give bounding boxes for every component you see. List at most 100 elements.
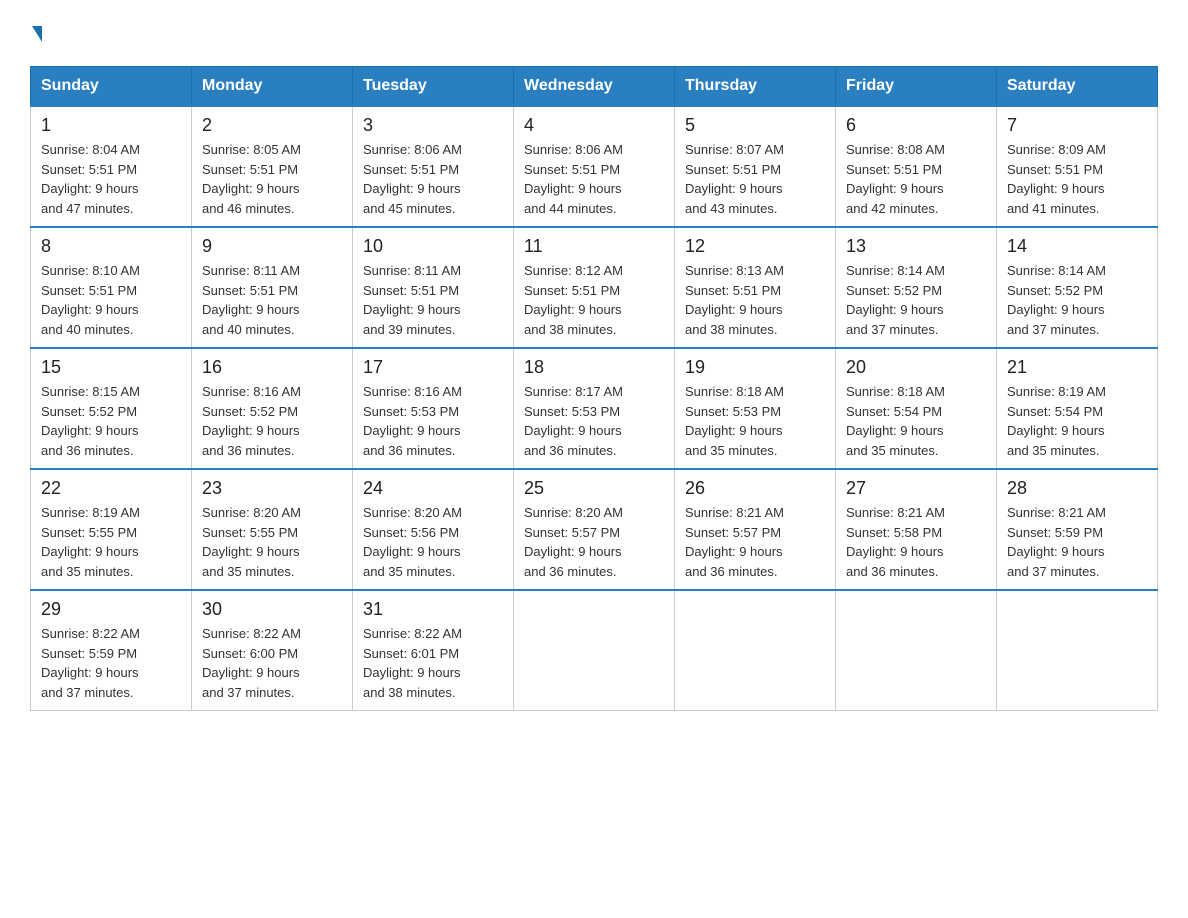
calendar-day-cell: 20 Sunrise: 8:18 AM Sunset: 5:54 PM Dayl… <box>836 348 997 469</box>
day-of-week-header: Saturday <box>997 67 1158 107</box>
day-info: Sunrise: 8:19 AM Sunset: 5:54 PM Dayligh… <box>1007 382 1147 460</box>
day-number: 13 <box>846 236 986 257</box>
calendar-day-cell: 10 Sunrise: 8:11 AM Sunset: 5:51 PM Dayl… <box>353 227 514 348</box>
calendar-day-cell: 14 Sunrise: 8:14 AM Sunset: 5:52 PM Dayl… <box>997 227 1158 348</box>
day-info: Sunrise: 8:12 AM Sunset: 5:51 PM Dayligh… <box>524 261 664 339</box>
day-info: Sunrise: 8:05 AM Sunset: 5:51 PM Dayligh… <box>202 140 342 218</box>
day-of-week-header: Monday <box>192 67 353 107</box>
day-number: 7 <box>1007 115 1147 136</box>
day-number: 19 <box>685 357 825 378</box>
day-number: 30 <box>202 599 342 620</box>
day-number: 10 <box>363 236 503 257</box>
logo <box>30 30 42 46</box>
day-info: Sunrise: 8:20 AM Sunset: 5:56 PM Dayligh… <box>363 503 503 581</box>
day-number: 2 <box>202 115 342 136</box>
page-header <box>30 30 1158 46</box>
calendar-week-row: 8 Sunrise: 8:10 AM Sunset: 5:51 PM Dayli… <box>31 227 1158 348</box>
day-info: Sunrise: 8:10 AM Sunset: 5:51 PM Dayligh… <box>41 261 181 339</box>
calendar-day-cell: 12 Sunrise: 8:13 AM Sunset: 5:51 PM Dayl… <box>675 227 836 348</box>
day-number: 21 <box>1007 357 1147 378</box>
calendar-day-cell: 15 Sunrise: 8:15 AM Sunset: 5:52 PM Dayl… <box>31 348 192 469</box>
day-info: Sunrise: 8:06 AM Sunset: 5:51 PM Dayligh… <box>363 140 503 218</box>
day-info: Sunrise: 8:22 AM Sunset: 5:59 PM Dayligh… <box>41 624 181 702</box>
calendar-day-cell <box>997 590 1158 711</box>
day-info: Sunrise: 8:20 AM Sunset: 5:57 PM Dayligh… <box>524 503 664 581</box>
day-of-week-header: Friday <box>836 67 997 107</box>
day-info: Sunrise: 8:17 AM Sunset: 5:53 PM Dayligh… <box>524 382 664 460</box>
day-info: Sunrise: 8:13 AM Sunset: 5:51 PM Dayligh… <box>685 261 825 339</box>
calendar-day-cell: 24 Sunrise: 8:20 AM Sunset: 5:56 PM Dayl… <box>353 469 514 590</box>
calendar-day-cell: 26 Sunrise: 8:21 AM Sunset: 5:57 PM Dayl… <box>675 469 836 590</box>
day-number: 12 <box>685 236 825 257</box>
day-number: 1 <box>41 115 181 136</box>
day-info: Sunrise: 8:09 AM Sunset: 5:51 PM Dayligh… <box>1007 140 1147 218</box>
calendar-body: 1 Sunrise: 8:04 AM Sunset: 5:51 PM Dayli… <box>31 106 1158 711</box>
day-header-row: SundayMondayTuesdayWednesdayThursdayFrid… <box>31 67 1158 107</box>
calendar-week-row: 22 Sunrise: 8:19 AM Sunset: 5:55 PM Dayl… <box>31 469 1158 590</box>
day-info: Sunrise: 8:21 AM Sunset: 5:57 PM Dayligh… <box>685 503 825 581</box>
day-number: 24 <box>363 478 503 499</box>
calendar-day-cell: 19 Sunrise: 8:18 AM Sunset: 5:53 PM Dayl… <box>675 348 836 469</box>
calendar-day-cell: 3 Sunrise: 8:06 AM Sunset: 5:51 PM Dayli… <box>353 106 514 227</box>
calendar-day-cell: 27 Sunrise: 8:21 AM Sunset: 5:58 PM Dayl… <box>836 469 997 590</box>
day-info: Sunrise: 8:06 AM Sunset: 5:51 PM Dayligh… <box>524 140 664 218</box>
day-info: Sunrise: 8:11 AM Sunset: 5:51 PM Dayligh… <box>202 261 342 339</box>
calendar-day-cell: 2 Sunrise: 8:05 AM Sunset: 5:51 PM Dayli… <box>192 106 353 227</box>
day-info: Sunrise: 8:14 AM Sunset: 5:52 PM Dayligh… <box>846 261 986 339</box>
calendar-day-cell <box>514 590 675 711</box>
day-of-week-header: Thursday <box>675 67 836 107</box>
day-info: Sunrise: 8:21 AM Sunset: 5:58 PM Dayligh… <box>846 503 986 581</box>
calendar-week-row: 1 Sunrise: 8:04 AM Sunset: 5:51 PM Dayli… <box>31 106 1158 227</box>
calendar-day-cell: 18 Sunrise: 8:17 AM Sunset: 5:53 PM Dayl… <box>514 348 675 469</box>
day-of-week-header: Sunday <box>31 67 192 107</box>
day-number: 29 <box>41 599 181 620</box>
day-number: 8 <box>41 236 181 257</box>
calendar-week-row: 15 Sunrise: 8:15 AM Sunset: 5:52 PM Dayl… <box>31 348 1158 469</box>
day-number: 9 <box>202 236 342 257</box>
day-info: Sunrise: 8:15 AM Sunset: 5:52 PM Dayligh… <box>41 382 181 460</box>
day-number: 5 <box>685 115 825 136</box>
day-info: Sunrise: 8:11 AM Sunset: 5:51 PM Dayligh… <box>363 261 503 339</box>
calendar-day-cell: 6 Sunrise: 8:08 AM Sunset: 5:51 PM Dayli… <box>836 106 997 227</box>
calendar-day-cell: 5 Sunrise: 8:07 AM Sunset: 5:51 PM Dayli… <box>675 106 836 227</box>
calendar-day-cell: 8 Sunrise: 8:10 AM Sunset: 5:51 PM Dayli… <box>31 227 192 348</box>
calendar-day-cell: 7 Sunrise: 8:09 AM Sunset: 5:51 PM Dayli… <box>997 106 1158 227</box>
day-of-week-header: Tuesday <box>353 67 514 107</box>
day-number: 17 <box>363 357 503 378</box>
day-info: Sunrise: 8:07 AM Sunset: 5:51 PM Dayligh… <box>685 140 825 218</box>
day-info: Sunrise: 8:18 AM Sunset: 5:54 PM Dayligh… <box>846 382 986 460</box>
calendar-day-cell: 9 Sunrise: 8:11 AM Sunset: 5:51 PM Dayli… <box>192 227 353 348</box>
calendar-table: SundayMondayTuesdayWednesdayThursdayFrid… <box>30 66 1158 711</box>
day-number: 28 <box>1007 478 1147 499</box>
day-info: Sunrise: 8:21 AM Sunset: 5:59 PM Dayligh… <box>1007 503 1147 581</box>
day-info: Sunrise: 8:04 AM Sunset: 5:51 PM Dayligh… <box>41 140 181 218</box>
day-of-week-header: Wednesday <box>514 67 675 107</box>
day-number: 14 <box>1007 236 1147 257</box>
calendar-day-cell: 4 Sunrise: 8:06 AM Sunset: 5:51 PM Dayli… <box>514 106 675 227</box>
calendar-day-cell: 1 Sunrise: 8:04 AM Sunset: 5:51 PM Dayli… <box>31 106 192 227</box>
day-number: 16 <box>202 357 342 378</box>
calendar-day-cell: 23 Sunrise: 8:20 AM Sunset: 5:55 PM Dayl… <box>192 469 353 590</box>
day-info: Sunrise: 8:16 AM Sunset: 5:53 PM Dayligh… <box>363 382 503 460</box>
calendar-day-cell: 21 Sunrise: 8:19 AM Sunset: 5:54 PM Dayl… <box>997 348 1158 469</box>
day-info: Sunrise: 8:20 AM Sunset: 5:55 PM Dayligh… <box>202 503 342 581</box>
day-number: 31 <box>363 599 503 620</box>
calendar-day-cell: 25 Sunrise: 8:20 AM Sunset: 5:57 PM Dayl… <box>514 469 675 590</box>
day-number: 25 <box>524 478 664 499</box>
day-number: 22 <box>41 478 181 499</box>
day-info: Sunrise: 8:08 AM Sunset: 5:51 PM Dayligh… <box>846 140 986 218</box>
calendar-day-cell: 28 Sunrise: 8:21 AM Sunset: 5:59 PM Dayl… <box>997 469 1158 590</box>
calendar-day-cell <box>836 590 997 711</box>
day-info: Sunrise: 8:22 AM Sunset: 6:00 PM Dayligh… <box>202 624 342 702</box>
day-number: 11 <box>524 236 664 257</box>
calendar-header: SundayMondayTuesdayWednesdayThursdayFrid… <box>31 67 1158 107</box>
day-number: 27 <box>846 478 986 499</box>
calendar-day-cell: 29 Sunrise: 8:22 AM Sunset: 5:59 PM Dayl… <box>31 590 192 711</box>
calendar-day-cell: 11 Sunrise: 8:12 AM Sunset: 5:51 PM Dayl… <box>514 227 675 348</box>
calendar-week-row: 29 Sunrise: 8:22 AM Sunset: 5:59 PM Dayl… <box>31 590 1158 711</box>
day-number: 15 <box>41 357 181 378</box>
logo-triangle-icon <box>32 26 42 42</box>
calendar-day-cell: 31 Sunrise: 8:22 AM Sunset: 6:01 PM Dayl… <box>353 590 514 711</box>
day-number: 4 <box>524 115 664 136</box>
day-info: Sunrise: 8:18 AM Sunset: 5:53 PM Dayligh… <box>685 382 825 460</box>
